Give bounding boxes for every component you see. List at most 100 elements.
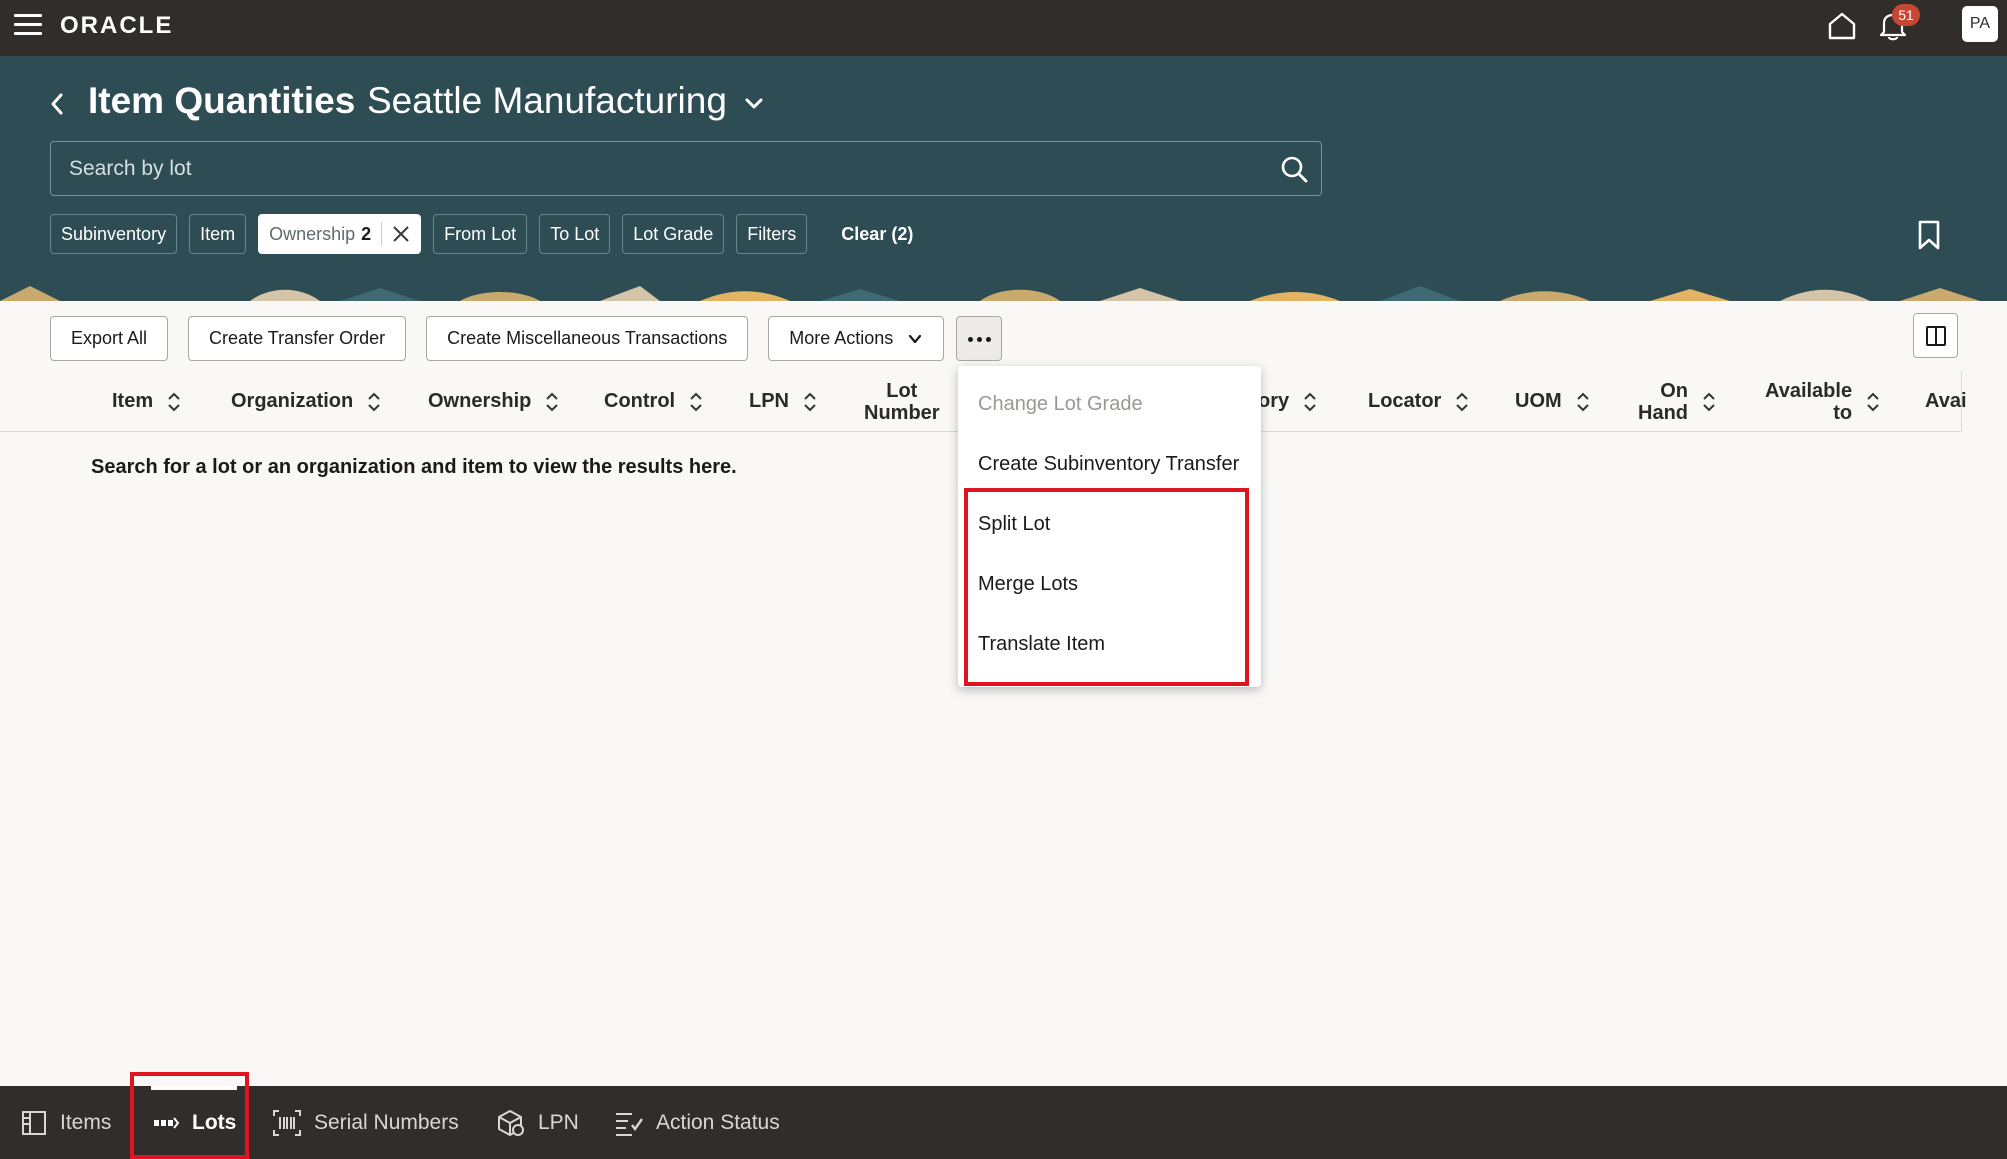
column-header-item[interactable]: Item bbox=[112, 371, 181, 432]
column-header-lpn[interactable]: LPN bbox=[749, 371, 817, 432]
column-header-control[interactable]: Control bbox=[604, 371, 703, 432]
empty-state-message: Search for a lot or an organization and … bbox=[91, 456, 737, 478]
filter-chip-lot-grade[interactable]: Lot Grade bbox=[622, 214, 725, 254]
dot bbox=[977, 337, 982, 342]
home-icon[interactable] bbox=[1826, 10, 1858, 42]
organization-name: Seattle Manufacturing bbox=[367, 80, 727, 121]
filter-chip-from-lot[interactable]: From Lot bbox=[433, 214, 528, 254]
tab-lpn[interactable]: LPN bbox=[496, 1086, 579, 1159]
column-header-lot-number[interactable]: Lot Number bbox=[864, 371, 940, 432]
bottom-tab-bar: Items Lots Serial Numbers LPN Action Sta… bbox=[0, 1086, 2007, 1159]
column-label: Ownership bbox=[428, 390, 532, 412]
tab-label: Serial Numbers bbox=[314, 1110, 459, 1134]
notification-badge: 51 bbox=[1892, 4, 1920, 26]
avatar[interactable]: PA bbox=[1962, 6, 1998, 42]
sort-icon bbox=[546, 392, 559, 411]
search-input[interactable] bbox=[69, 142, 1249, 195]
chip-divider bbox=[381, 222, 383, 246]
menu-item-change-lot-grade: Change Lot Grade bbox=[978, 393, 1143, 415]
tab-label: LPN bbox=[538, 1110, 579, 1134]
column-label: UOM bbox=[1515, 390, 1562, 412]
sort-icon bbox=[368, 392, 380, 411]
search-field bbox=[50, 141, 1322, 196]
sort-icon bbox=[1867, 392, 1879, 411]
action-status-icon bbox=[616, 1112, 643, 1136]
filter-chips: Subinventory Item Ownership 2 From Lot T… bbox=[50, 213, 913, 255]
search-icon[interactable] bbox=[1279, 154, 1309, 184]
dot bbox=[986, 337, 991, 342]
create-transfer-order-button[interactable]: Create Transfer Order bbox=[188, 316, 407, 361]
clear-filters-link[interactable]: Clear (2) bbox=[841, 224, 913, 245]
column-header-organization[interactable]: Organization bbox=[231, 371, 381, 432]
column-header-uom[interactable]: UOM bbox=[1515, 371, 1590, 432]
header-decorative-pattern bbox=[0, 286, 2007, 301]
tab-label: Items bbox=[60, 1110, 112, 1134]
menu-item-create-subinventory-transfer[interactable]: Create Subinventory Transfer bbox=[978, 453, 1239, 476]
column-label-line: Available bbox=[1765, 379, 1853, 402]
overflow-menu-button[interactable] bbox=[956, 316, 1002, 361]
columns-icon bbox=[1926, 326, 1946, 346]
sort-icon bbox=[804, 392, 816, 411]
tab-serial-numbers[interactable]: Serial Numbers bbox=[272, 1086, 459, 1159]
column-label-line: Lot bbox=[886, 379, 918, 402]
sort-icon bbox=[1304, 392, 1316, 411]
highlight-box-lots-tab bbox=[130, 1072, 249, 1159]
filter-chip-ownership[interactable]: Ownership 2 bbox=[258, 214, 422, 254]
export-all-button[interactable]: Export All bbox=[50, 316, 169, 361]
filter-chip-count: 2 bbox=[361, 223, 372, 244]
serial-numbers-icon bbox=[273, 1109, 301, 1136]
column-label-line: to bbox=[1833, 401, 1853, 424]
close-icon[interactable] bbox=[392, 225, 410, 243]
sort-icon bbox=[690, 392, 702, 411]
highlight-box-menu bbox=[964, 488, 1249, 686]
action-toolbar: Export All Create Transfer Order Create … bbox=[50, 316, 945, 361]
filter-chip-subinventory[interactable]: Subinventory bbox=[50, 214, 178, 254]
tab-items[interactable]: Items bbox=[20, 1086, 111, 1159]
column-label: Lot Number bbox=[864, 380, 940, 424]
back-icon[interactable] bbox=[46, 90, 68, 118]
column-label: Locator bbox=[1368, 390, 1442, 412]
column-label-line: Number bbox=[864, 401, 940, 424]
column-header-ownership[interactable]: Ownership bbox=[428, 371, 559, 432]
filter-chip-filters[interactable]: Filters bbox=[736, 214, 808, 254]
bookmark-icon[interactable] bbox=[1917, 219, 1941, 251]
column-label: LPN bbox=[749, 390, 789, 412]
column-label-line: On bbox=[1660, 379, 1688, 402]
column-label-line: Hand bbox=[1638, 401, 1688, 424]
more-actions-label: More Actions bbox=[789, 328, 894, 348]
column-header-on-hand[interactable]: On Hand bbox=[1638, 371, 1716, 432]
column-layout-button[interactable] bbox=[1913, 313, 1958, 358]
menu-icon[interactable] bbox=[14, 14, 42, 36]
organization-selector[interactable]: Seattle Manufacturing bbox=[367, 80, 765, 122]
items-icon bbox=[22, 1110, 46, 1135]
column-label: Organization bbox=[231, 390, 354, 412]
column-label: Control bbox=[604, 390, 676, 412]
sort-icon bbox=[168, 392, 180, 411]
column-divider bbox=[1961, 371, 1962, 432]
create-misc-transactions-button[interactable]: Create Miscellaneous Transactions bbox=[426, 316, 749, 361]
dot bbox=[968, 337, 973, 342]
filter-chip-label: Ownership bbox=[269, 223, 356, 244]
chevron-down-icon bbox=[909, 334, 922, 343]
column-label: Available to bbox=[1765, 380, 1852, 424]
column-label: On Hand bbox=[1638, 380, 1688, 424]
page-title: Item Quantities bbox=[88, 80, 356, 121]
chevron-down-icon bbox=[745, 98, 763, 109]
sort-icon bbox=[1576, 392, 1589, 411]
column-header-locator[interactable]: Locator bbox=[1368, 371, 1469, 432]
tab-action-status[interactable]: Action Status bbox=[614, 1086, 780, 1159]
lpn-icon bbox=[498, 1109, 524, 1136]
oracle-logo: ORACLE bbox=[60, 12, 174, 39]
filter-chip-item[interactable]: Item bbox=[189, 214, 247, 254]
tab-label: Action Status bbox=[656, 1110, 780, 1134]
page-header: Item Quantities Seattle Manufacturing Su… bbox=[0, 56, 2007, 301]
column-header-subinventory[interactable]: ory bbox=[1258, 371, 1317, 432]
column-header-available[interactable]: Available to bbox=[1765, 371, 1880, 432]
global-header: ORACLE 51 PA bbox=[0, 0, 2007, 56]
sort-icon bbox=[1703, 392, 1715, 411]
filter-chip-to-lot[interactable]: To Lot bbox=[539, 214, 611, 254]
more-actions-button[interactable]: More Actions bbox=[768, 316, 945, 361]
column-label: ory bbox=[1258, 390, 1290, 412]
sort-icon bbox=[1456, 392, 1469, 411]
column-label: Item bbox=[112, 390, 154, 412]
